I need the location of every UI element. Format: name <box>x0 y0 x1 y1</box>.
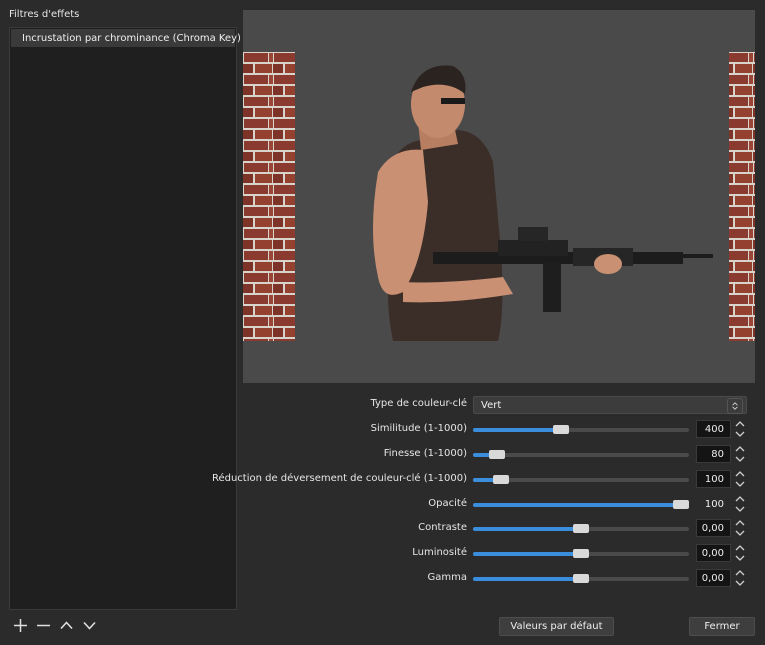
remove-filter-button[interactable] <box>35 617 52 634</box>
similarity-slider[interactable] <box>473 424 689 436</box>
opacity-slider[interactable] <box>473 499 689 511</box>
contrast-label: Contraste <box>418 522 467 533</box>
chevron-up-icon[interactable] <box>734 495 746 503</box>
brightness-spinbox[interactable]: 0,00 <box>696 544 731 562</box>
similarity-label: Similitude (1-1000) <box>370 423 467 434</box>
similarity-row: Similitude (1-1000) 400 <box>243 420 755 440</box>
opacity-spin-arrows[interactable] <box>733 495 747 513</box>
chevron-up-icon[interactable] <box>734 445 746 453</box>
close-button[interactable]: Fermer <box>689 617 755 636</box>
slider-handle[interactable] <box>573 549 589 558</box>
smoothness-spinbox[interactable]: 80 <box>696 445 731 463</box>
opacity-row: Opacité 100 <box>243 495 755 515</box>
updown-arrows-icon <box>727 398 743 414</box>
chevron-up-icon[interactable] <box>734 519 746 527</box>
chevron-up-icon[interactable] <box>734 569 746 577</box>
gamma-slider[interactable] <box>473 573 689 585</box>
filters-panel-title: Filtres d'effets <box>9 9 80 20</box>
smoothness-spin-arrows[interactable] <box>733 445 747 463</box>
brightness-slider[interactable] <box>473 548 689 560</box>
chevron-up-icon[interactable] <box>734 420 746 428</box>
gamma-label: Gamma <box>427 572 468 583</box>
key-color-type-row: Type de couleur-clé Vert <box>243 395 755 415</box>
contrast-spin-arrows[interactable] <box>733 519 747 537</box>
filter-preview <box>243 10 755 383</box>
chevron-down-icon[interactable] <box>734 430 746 438</box>
contrast-slider[interactable] <box>473 523 689 535</box>
defaults-button[interactable]: Valeurs par défaut <box>499 617 614 636</box>
slider-handle[interactable] <box>573 574 589 583</box>
spill-reduction-slider[interactable] <box>473 474 689 486</box>
spill-reduction-spin-arrows[interactable] <box>733 470 747 488</box>
chevron-down-icon[interactable] <box>734 505 746 513</box>
spill-reduction-spinbox[interactable]: 100 <box>696 470 731 488</box>
gamma-spinbox[interactable]: 0,00 <box>696 569 731 587</box>
chevron-down-icon[interactable] <box>734 554 746 562</box>
chevron-down-icon[interactable] <box>734 480 746 488</box>
contrast-row: Contraste 0,00 <box>243 519 755 539</box>
similarity-spinbox[interactable]: 400 <box>696 420 731 438</box>
chevron-down-icon[interactable] <box>734 455 746 463</box>
filter-list[interactable]: Incrustation par chrominance (Chroma Key… <box>9 27 241 610</box>
gamma-row: Gamma 0,00 <box>243 569 755 589</box>
remove-icon <box>37 624 50 627</box>
brightness-spin-arrows[interactable] <box>733 544 747 562</box>
contrast-spinbox[interactable]: 0,00 <box>696 519 731 537</box>
spill-reduction-row: Réduction de déversement de couleur-clé … <box>212 470 755 490</box>
move-up-button[interactable] <box>58 617 75 634</box>
slider-handle[interactable] <box>673 500 689 509</box>
filter-item-chroma-key[interactable]: Incrustation par chrominance (Chroma Key… <box>11 29 241 47</box>
move-down-icon <box>83 621 96 630</box>
opacity-label: Opacité <box>428 498 467 509</box>
add-filter-button[interactable] <box>12 617 29 634</box>
chevron-up-icon[interactable] <box>734 544 746 552</box>
slider-handle[interactable] <box>493 475 509 484</box>
spill-reduction-label: Réduction de déversement de couleur-clé … <box>211 473 467 484</box>
opacity-spinbox[interactable]: 100 <box>696 495 731 513</box>
chevron-down-icon[interactable] <box>734 579 746 587</box>
smoothness-row: Finesse (1-1000) 80 <box>243 445 755 465</box>
move-up-icon <box>60 621 73 630</box>
add-icon <box>14 619 27 632</box>
move-down-button[interactable] <box>81 617 98 634</box>
slider-handle[interactable] <box>489 450 505 459</box>
smoothness-slider[interactable] <box>473 449 689 461</box>
filter-item-label: Incrustation par chrominance (Chroma Key… <box>22 32 241 44</box>
chevron-up-icon[interactable] <box>734 470 746 478</box>
filter-list-toolbar <box>12 617 98 634</box>
smoothness-label: Finesse (1-1000) <box>383 448 467 459</box>
key-color-type-value: Vert <box>481 399 502 411</box>
preview-scene-image <box>243 52 755 341</box>
slider-handle[interactable] <box>553 425 569 434</box>
gamma-spin-arrows[interactable] <box>733 569 747 587</box>
key-color-type-label: Type de couleur-clé <box>370 398 467 409</box>
slider-handle[interactable] <box>573 524 589 533</box>
chevron-down-icon[interactable] <box>734 529 746 537</box>
brightness-row: Luminosité 0,00 <box>243 544 755 564</box>
key-color-type-select[interactable]: Vert <box>473 396 747 414</box>
similarity-spin-arrows[interactable] <box>733 420 747 438</box>
brightness-label: Luminosité <box>412 547 467 558</box>
